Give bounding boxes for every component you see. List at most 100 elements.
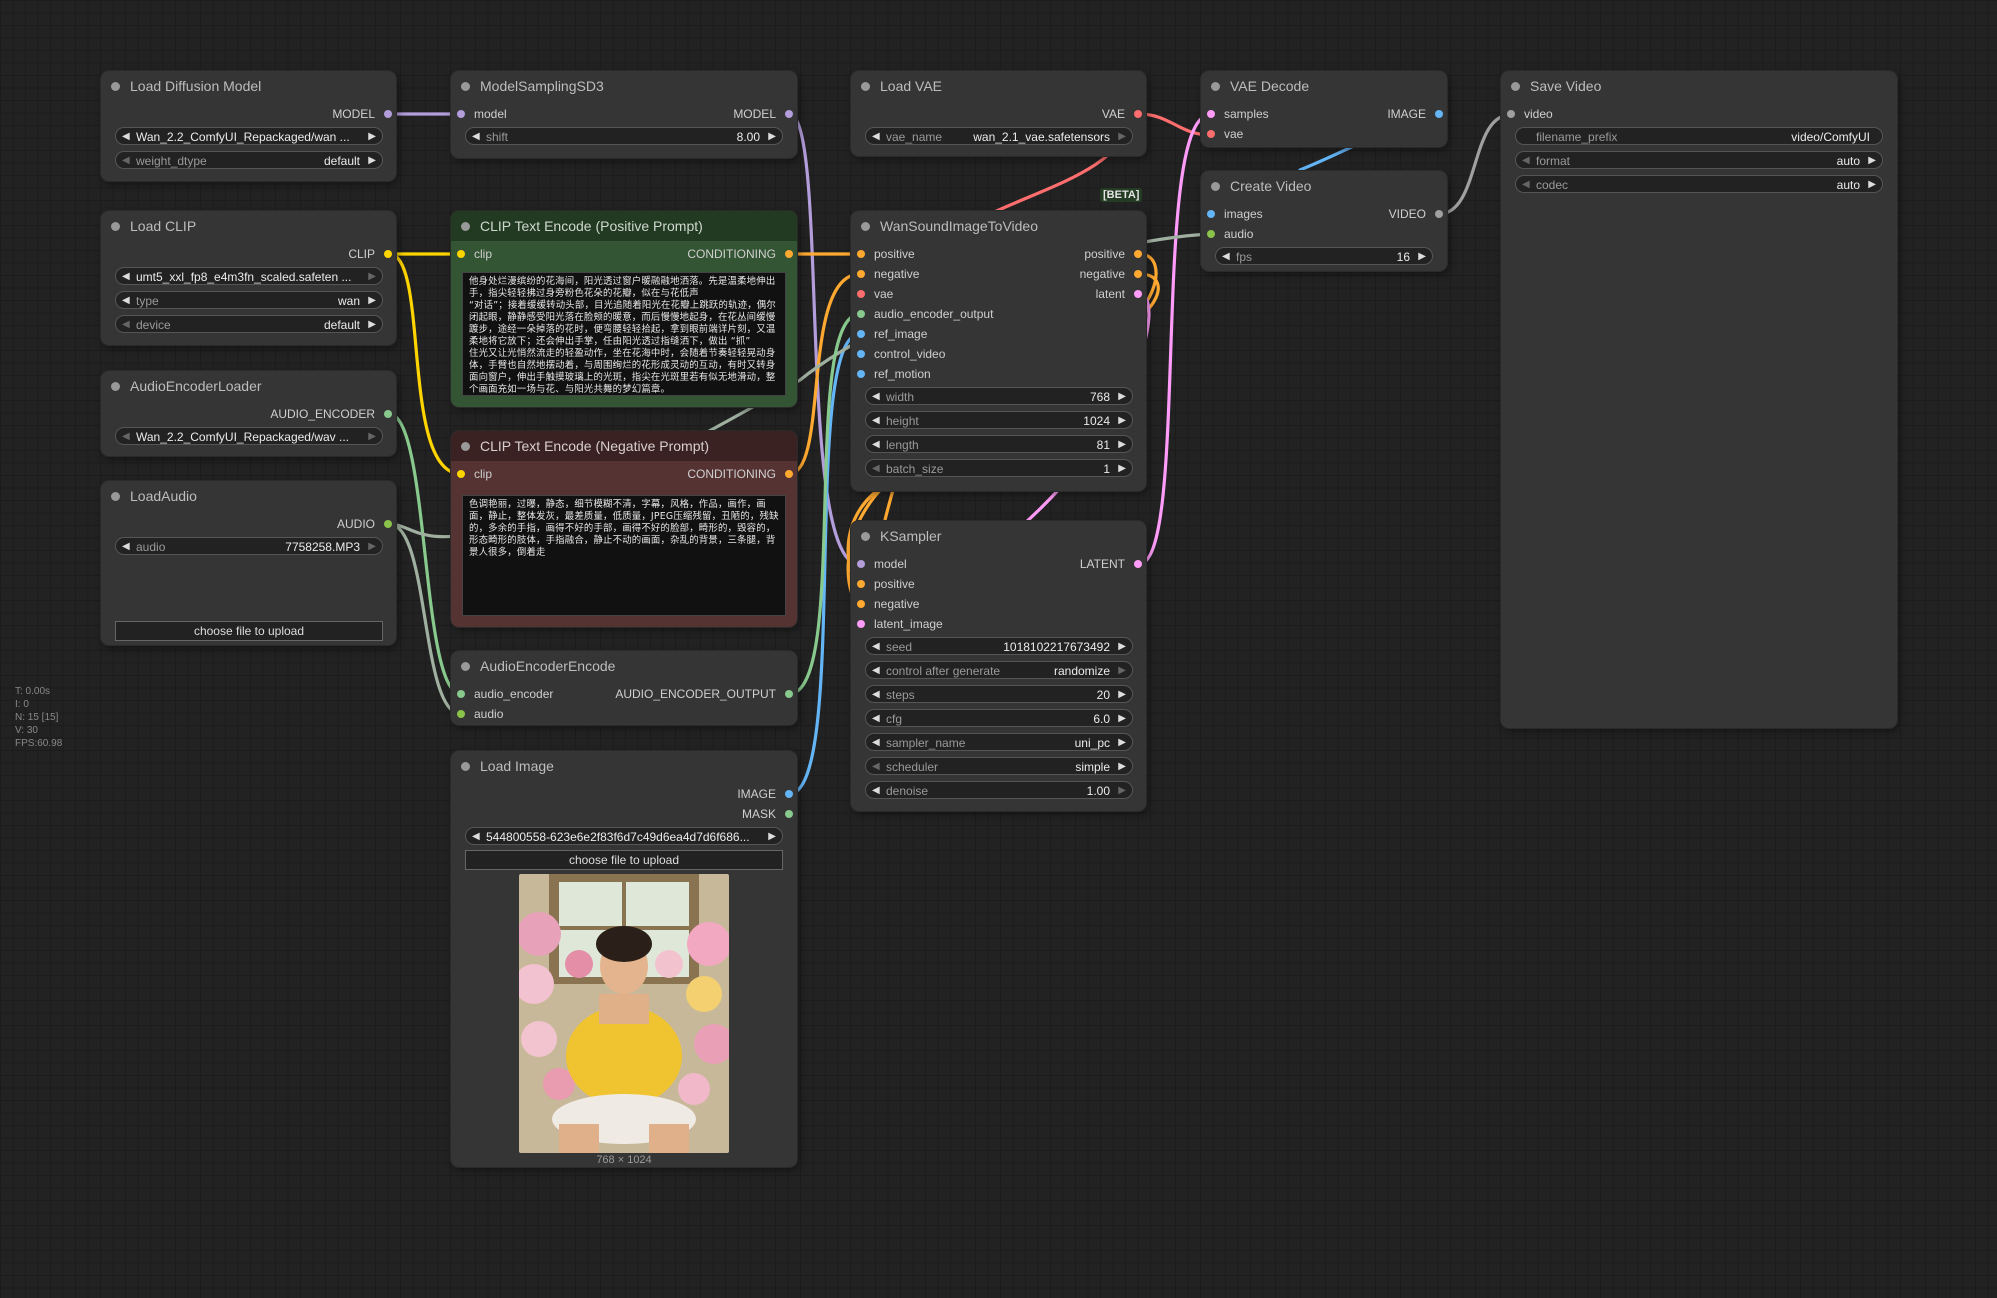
output-dot[interactable] [1134,560,1142,568]
left-arrow-icon[interactable]: ◀ [872,686,880,704]
right-arrow-icon[interactable]: ▶ [368,292,376,310]
right-arrow-icon[interactable]: ▶ [368,128,376,146]
collapse-dot-icon[interactable] [111,82,120,91]
right-arrow-icon[interactable]: ▶ [368,152,376,170]
weight-dtype-combo[interactable]: ◀ weight_dtype default ▶ [115,151,383,169]
input-samples[interactable]: samples [1207,106,1269,122]
node-title[interactable]: Load Image [451,751,797,781]
node-title[interactable]: AudioEncoderLoader [101,371,396,401]
right-arrow-icon[interactable]: ▶ [368,316,376,334]
upload-image-button[interactable]: choose file to upload [465,850,783,870]
input-dot[interactable] [857,310,865,318]
output-mask[interactable]: MASK [626,806,793,822]
output-dot[interactable] [1435,210,1443,218]
right-arrow-icon[interactable]: ▶ [1418,248,1426,266]
node-title[interactable]: Load VAE [851,71,1146,101]
input-positive[interactable]: positive [857,246,915,262]
left-arrow-icon[interactable]: ◀ [472,828,480,846]
node-title[interactable]: KSampler [851,521,1146,551]
codec-combo[interactable]: ◀ codec auto ▶ [1515,175,1883,193]
unet-name-combo[interactable]: ◀ Wan_2.2_ComfyUI_Repackaged/wan ... ▶ [115,127,383,145]
input-clip[interactable]: clip [457,466,492,482]
left-arrow-icon[interactable]: ◀ [872,388,880,406]
width-stepper[interactable]: ◀ width 768 ▶ [865,387,1133,405]
node-title[interactable]: CLIP Text Encode (Negative Prompt) [451,431,797,461]
output-dot[interactable] [384,520,392,528]
right-arrow-icon[interactable]: ▶ [1118,412,1126,430]
right-arrow-icon[interactable]: ▶ [1118,460,1126,478]
input-dot[interactable] [857,330,865,338]
output-video[interactable]: VIDEO [1326,206,1443,222]
denoise-stepper[interactable]: ◀ denoise 1.00 ▶ [865,781,1133,799]
node-title[interactable]: Load Diffusion Model [101,71,396,101]
left-arrow-icon[interactable]: ◀ [872,412,880,430]
node-create-video[interactable]: Create Video images audio VIDEO ◀ fps 16 ▶ [1201,171,1447,271]
right-arrow-icon[interactable]: ▶ [1868,152,1876,170]
audio-encoder-name-combo[interactable]: ◀ Wan_2.2_ComfyUI_Repackaged/wav ... ▶ [115,427,383,445]
input-dot[interactable] [1207,230,1215,238]
right-arrow-icon[interactable]: ▶ [1118,128,1126,146]
collapse-dot-icon[interactable] [461,662,470,671]
input-positive[interactable]: positive [857,576,915,592]
input-ref-motion[interactable]: ref_motion [857,366,931,382]
right-arrow-icon[interactable]: ▶ [1118,734,1126,752]
input-dot[interactable] [457,710,465,718]
control-after-generate-combo[interactable]: ◀ control after generate randomize ▶ [865,661,1133,679]
left-arrow-icon[interactable]: ◀ [872,662,880,680]
output-vae[interactable]: VAE [975,106,1142,122]
collapse-dot-icon[interactable] [861,222,870,231]
input-dot[interactable] [857,350,865,358]
output-dot[interactable] [785,110,793,118]
input-audio-encoder-output[interactable]: audio_encoder_output [857,306,993,322]
node-title[interactable]: ModelSamplingSD3 [451,71,797,101]
input-latent-image[interactable]: latent_image [857,616,943,632]
node-ksampler[interactable]: KSampler model positive negative latent_… [851,521,1146,811]
output-dot[interactable] [785,470,793,478]
node-model-sampling-sd3[interactable]: ModelSamplingSD3 model MODEL ◀ shift 8.00 ▶ [451,71,797,158]
output-dot[interactable] [1134,250,1142,258]
output-latent[interactable]: LATENT [1005,556,1142,572]
right-arrow-icon[interactable]: ▶ [368,428,376,446]
input-dot[interactable] [1207,210,1215,218]
positive-prompt-textarea[interactable]: 他身处烂漫缤纷的花海间，阳光透过窗户暖融融地洒落。先是温柔地伸出手，指尖轻轻拂过… [462,272,786,396]
left-arrow-icon[interactable]: ◀ [122,292,130,310]
right-arrow-icon[interactable]: ▶ [1118,638,1126,656]
right-arrow-icon[interactable]: ▶ [368,268,376,286]
input-dot[interactable] [857,580,865,588]
clip-name-combo[interactable]: ◀ umt5_xxl_fp8_e4m3fn_scaled.safeten ... ▶ [115,267,383,285]
negative-prompt-textarea[interactable]: 色调艳丽，过曝，静态，细节模糊不清，字幕，风格，作品，画作，画面，静止，整体发灰… [462,495,786,616]
node-vae-decode[interactable]: VAE Decode samples vae IMAGE [1201,71,1447,147]
collapse-dot-icon[interactable] [461,762,470,771]
fps-stepper[interactable]: ◀ fps 16 ▶ [1215,247,1433,265]
node-title[interactable]: Save Video [1501,71,1897,101]
input-dot[interactable] [457,110,465,118]
input-ref-image[interactable]: ref_image [857,326,927,342]
left-arrow-icon[interactable]: ◀ [872,638,880,656]
node-title[interactable]: Create Video [1201,171,1447,201]
node-clip-text-encode-positive[interactable]: CLIP Text Encode (Positive Prompt) clip … [451,211,797,407]
collapse-dot-icon[interactable] [1211,182,1220,191]
node-clip-text-encode-negative[interactable]: CLIP Text Encode (Negative Prompt) clip … [451,431,797,627]
right-arrow-icon[interactable]: ▶ [1118,662,1126,680]
input-dot[interactable] [457,690,465,698]
collapse-dot-icon[interactable] [1511,82,1520,91]
left-arrow-icon[interactable]: ◀ [1522,176,1530,194]
left-arrow-icon[interactable]: ◀ [872,782,880,800]
output-dot[interactable] [785,250,793,258]
shift-stepper[interactable]: ◀ shift 8.00 ▶ [465,127,783,145]
output-latent[interactable]: latent [1005,286,1142,302]
input-negative[interactable]: negative [857,596,919,612]
right-arrow-icon[interactable]: ▶ [1868,176,1876,194]
batch-size-stepper[interactable]: ◀ batch_size 1 ▶ [865,459,1133,477]
output-clip[interactable]: CLIP [225,246,392,262]
node-title[interactable]: AudioEncoderEncode [451,651,797,681]
input-dot[interactable] [1207,130,1215,138]
collapse-dot-icon[interactable] [861,82,870,91]
node-title[interactable]: Load CLIP [101,211,396,241]
left-arrow-icon[interactable]: ◀ [122,128,130,146]
scheduler-combo[interactable]: ◀ scheduler simple ▶ [865,757,1133,775]
right-arrow-icon[interactable]: ▶ [1118,388,1126,406]
image-file-combo[interactable]: ◀ 544800558-623e6e2f83f6d7c49d6ea4d7d6f68… [465,827,783,845]
left-arrow-icon[interactable]: ◀ [872,758,880,776]
node-wan-sound-image-to-video[interactable]: WanSoundImageToVideo positive negative v… [851,211,1146,491]
